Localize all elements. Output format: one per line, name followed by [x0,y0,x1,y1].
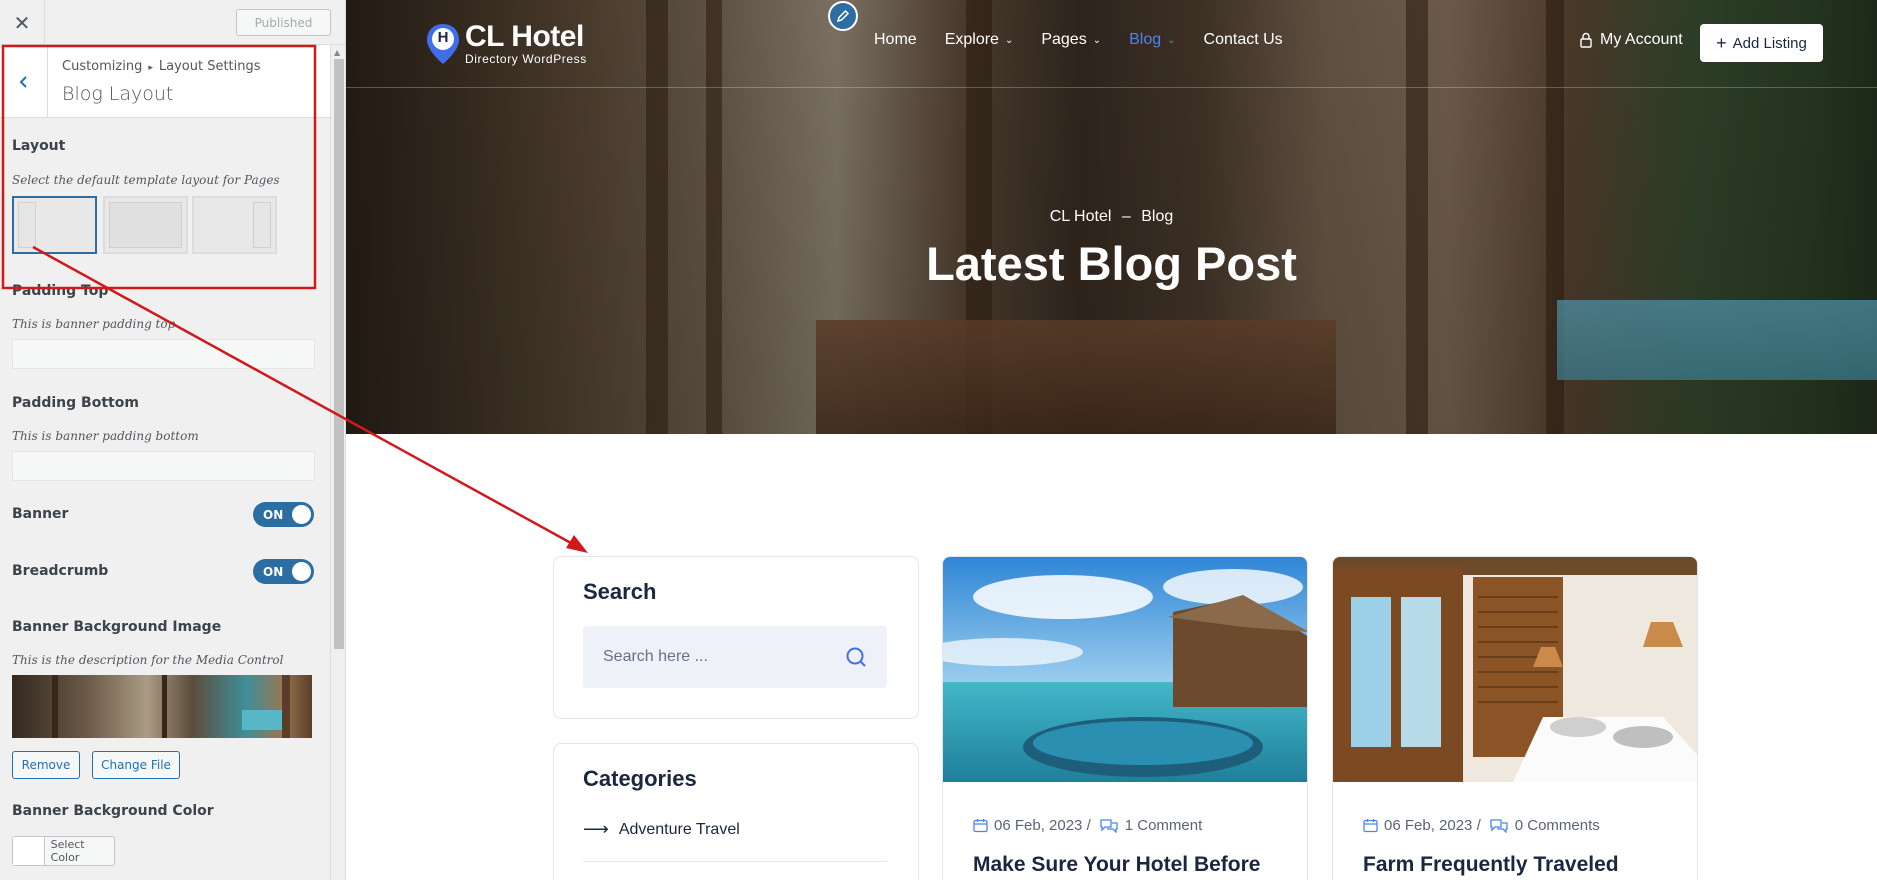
calendar-icon [973,819,988,833]
hero-title: Latest Blog Post [926,237,1297,290]
nav-blog-label: Blog [1129,31,1162,48]
search-placeholder: Search here ... [603,648,708,665]
banner-color-title: Banner Background Color [12,803,214,819]
breadcrumb-toggle-label: ON [263,564,284,579]
select-color-button[interactable]: Select Color [12,836,115,866]
change-file-button[interactable]: Change File [92,751,180,779]
my-account-link[interactable]: My Account [1579,31,1683,49]
category-item[interactable]: ⟶ Adventure Travel [583,819,887,840]
breadcrumb-toggle[interactable]: ON [253,559,314,584]
hero-breadcrumb: CL Hotel – Blog [346,208,1877,226]
scrollbar-thumb[interactable] [334,59,344,649]
remove-image-button[interactable]: Remove [12,751,80,779]
close-icon[interactable]: ✕ [0,0,45,45]
breadcrumb-separator: ▸ [148,63,153,73]
post-title[interactable]: Farm Frequently Traveled [1363,853,1619,877]
search-widget: Search Search here ... [553,556,919,719]
customizer-topbar: ✕ Published [0,0,345,45]
nav-explore[interactable]: Explore ⌄ [945,31,1014,49]
hero-banner: H CL Hotel Directory WordPress Home Expl… [346,0,1877,434]
logo-pin-icon: H [425,22,461,66]
nav-pages-label: Pages [1041,31,1087,48]
padding-bottom-title: Padding Bottom [12,395,139,411]
padding-bottom-description: This is banner padding bottom [12,429,199,443]
post-image[interactable] [943,557,1307,782]
customizer-sidebar: ✕ Published Customizing ▸ Layout Settings … [0,0,346,880]
comments-icon [1100,819,1118,833]
pencil-icon[interactable] [828,1,858,31]
my-account-label: My Account [1600,31,1683,48]
add-listing-label: Add Listing [1732,34,1807,52]
post-comments[interactable]: 0 Comments [1515,817,1600,834]
main-nav: Home Explore ⌄ Pages ⌄ Blog ⌄ Contact Us [874,31,1311,49]
breadcrumb-root: Customizing [62,59,143,74]
categories-widget-title: Categories [583,766,697,791]
logo-title: CL Hotel [465,20,584,53]
published-button[interactable]: Published [236,9,331,36]
banner-toggle[interactable]: ON [253,502,314,527]
banner-image-title: Banner Background Image [12,619,222,635]
hero-crumb-home[interactable]: CL Hotel [1050,208,1112,225]
post-meta: 06 Feb, 2023 / 1 Comment [973,817,1202,834]
padding-bottom-input[interactable] [12,451,315,481]
search-input[interactable]: Search here ... [583,626,887,688]
post-image[interactable] [1333,557,1697,782]
banner-image-thumbnail[interactable] [12,675,312,738]
scroll-up-icon[interactable]: ▲ [334,48,340,57]
nav-contact[interactable]: Contact Us [1204,31,1283,49]
section-title: Blog Layout [62,83,174,105]
category-label: Adventure Travel [618,820,740,838]
post-card[interactable]: 06 Feb, 2023 / 1 Comment Make Sure Your … [942,556,1308,880]
layout-description: Select the default template layout for P… [12,173,280,187]
post-card[interactable]: 06 Feb, 2023 / 0 Comments Farm Frequentl… [1332,556,1698,880]
nav-pages[interactable]: Pages ⌄ [1041,31,1101,49]
search-widget-title: Search [583,579,657,604]
customizer-breadcrumb: Customizing ▸ Layout Settings [62,59,261,74]
color-swatch [13,837,45,865]
post-comments[interactable]: 1 Comment [1125,817,1203,834]
comments-icon [1490,819,1508,833]
arrow-right-icon: ⟶ [583,819,609,839]
nav-home-label: Home [874,31,917,48]
layout-option-full-width[interactable] [103,196,188,254]
nav-blog[interactable]: Blog ⌄ [1129,31,1175,49]
section-header: Customizing ▸ Layout Settings Blog Layout [0,45,345,118]
nav-home[interactable]: Home [874,31,917,49]
add-listing-button[interactable]: + Add Listing [1700,24,1823,62]
banner-image-description: This is the description for the Media Co… [12,653,284,667]
post-date: 06 Feb, 2023 / [1384,817,1481,834]
chevron-down-icon: ⌄ [1092,34,1102,46]
post-meta: 06 Feb, 2023 / 0 Comments [1363,817,1600,834]
layout-title: Layout [12,138,66,154]
search-icon[interactable] [845,646,867,668]
site-logo[interactable]: H CL Hotel Directory WordPress [425,22,587,66]
site-preview: H CL Hotel Directory WordPress Home Expl… [346,0,1877,880]
banner-toggle-label: ON [263,507,284,522]
categories-widget: Categories ⟶ Adventure Travel [553,743,919,880]
logo-mark: H [437,29,449,46]
chevron-down-icon: ⌄ [1167,34,1176,46]
breadcrumb-parent: Layout Settings [158,59,261,74]
back-chevron-icon[interactable] [0,45,48,118]
padding-top-description: This is banner padding top [12,317,176,331]
padding-top-input[interactable] [12,339,315,369]
padding-top-title: Padding Top [12,283,109,299]
lock-icon [1580,32,1592,48]
select-color-label: Select Color [50,838,85,864]
plus-icon: + [1716,32,1727,53]
hero-crumb-current: Blog [1141,208,1174,225]
nav-explore-label: Explore [944,31,999,48]
layout-option-left-sidebar[interactable] [12,196,97,254]
post-title[interactable]: Make Sure Your Hotel Before [973,853,1260,877]
hero-crumb-separator: – [1121,208,1131,225]
calendar-icon [1363,819,1378,833]
logo-subtitle: Directory WordPress [465,52,587,66]
chevron-down-icon: ⌄ [1004,34,1014,46]
post-date: 06 Feb, 2023 / [994,817,1091,834]
sidebar-scrollbar[interactable]: ▲ [330,45,345,880]
nav-contact-label: Contact Us [1203,31,1283,48]
layout-option-right-sidebar[interactable] [192,196,277,254]
